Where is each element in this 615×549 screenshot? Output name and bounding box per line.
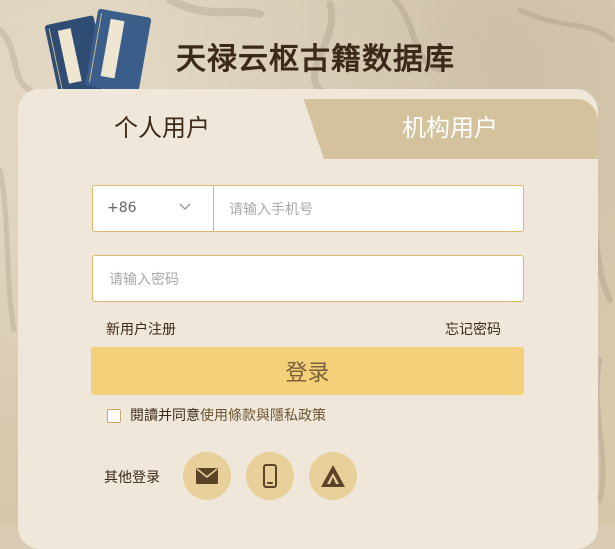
- forgot-password-link[interactable]: 忘记密码: [445, 319, 501, 339]
- book-logo-icon: [44, 8, 152, 100]
- institution-login-button[interactable]: [309, 452, 357, 500]
- phone-input[interactable]: [227, 198, 511, 222]
- country-code-select[interactable]: +86: [93, 186, 214, 231]
- institution-icon: [321, 465, 345, 487]
- register-link[interactable]: 新用户注册: [106, 319, 176, 339]
- chevron-down-icon: [179, 203, 191, 210]
- mail-icon: [196, 468, 218, 484]
- phone-field: +86: [92, 185, 524, 232]
- tab-personal[interactable]: 个人用户: [114, 108, 210, 143]
- login-card: 个人用户 机构用户 +86 新用户注册 忘记密码 登录 閱讀并同意使用條款與隱私…: [18, 89, 598, 549]
- login-button[interactable]: 登录: [91, 347, 524, 395]
- agree-text: 閱讀并同意使用條款與隱私政策: [130, 405, 326, 425]
- password-field: [92, 255, 524, 302]
- other-login-label: 其他登录: [104, 470, 160, 486]
- user-type-tabs: 个人用户 机构用户: [18, 89, 598, 159]
- agree-checkbox[interactable]: [107, 409, 121, 423]
- mobile-icon: [263, 464, 277, 488]
- mobile-login-button[interactable]: [246, 452, 294, 500]
- mail-login-button[interactable]: [183, 452, 231, 500]
- password-input[interactable]: [107, 268, 511, 292]
- terms-link[interactable]: 使用條款與隱私政策: [200, 408, 326, 424]
- site-title: 天禄云枢古籍数据库: [176, 42, 455, 77]
- tab-organization[interactable]: 机构用户: [402, 108, 498, 143]
- country-code-value: +86: [107, 200, 137, 216]
- agree-prefix: 閱讀并同意: [130, 408, 200, 424]
